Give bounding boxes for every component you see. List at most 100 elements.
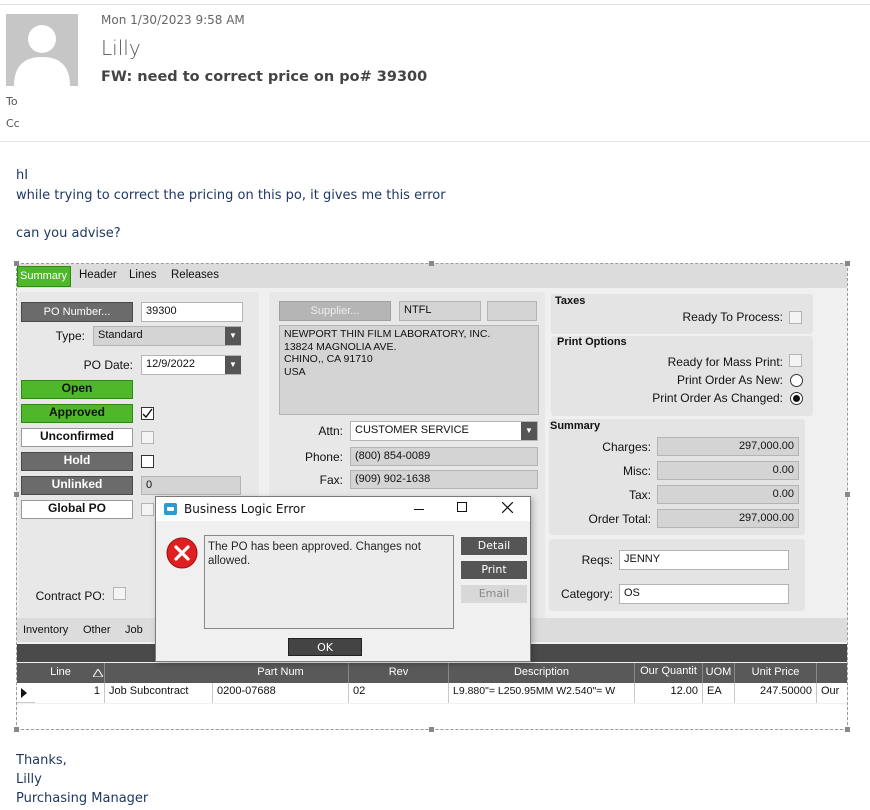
order-total-field[interactable]: 297,000.00 [657,509,799,528]
address-line: CHINO,, CA 91710 [284,353,373,365]
charges-field[interactable]: 297,000.00 [657,437,799,456]
phone-label: Phone: [304,450,343,464]
print-as-changed-label: Print Order As Changed: [652,391,783,405]
col-header-line[interactable]: Line [17,663,105,683]
resize-handle [845,492,850,497]
po-number-button[interactable]: PO Number... [21,302,133,322]
chevron-down-icon[interactable]: ▼ [521,422,537,440]
minimize-icon[interactable] [414,509,424,510]
reqs-label: Reqs: [581,553,613,567]
cc-label: Cc [6,117,20,130]
tab-summary[interactable]: Summary [17,266,71,287]
cell-quantity[interactable]: 12.00 [635,683,703,703]
detail-button[interactable]: Detail [461,537,527,555]
phone-field[interactable]: (800) 854-0089 [350,447,538,466]
tab-releases[interactable]: Releases [171,269,219,281]
tab-job[interactable]: Job [125,624,143,636]
contract-po-checkbox[interactable] [113,587,126,600]
sort-asc-icon [93,669,103,677]
print-button[interactable]: Print [461,561,527,579]
print-as-new-radio[interactable] [790,374,803,387]
supplier-extra-field[interactable] [487,301,537,321]
col-header-quantity[interactable]: Our Quantit [635,663,703,683]
cell-uom[interactable]: EA [703,683,735,703]
radio-dot [793,395,800,402]
body-line: while trying to correct the pricing on t… [16,188,446,203]
supplier-id-field[interactable]: NTFL [399,301,481,321]
cell-rev[interactable]: 02 [349,683,449,703]
maximize-icon[interactable] [457,502,467,512]
type-select[interactable]: Standard [93,326,241,346]
resize-handle [845,261,850,266]
chevron-down-icon[interactable]: ▼ [225,327,241,345]
cell-line[interactable]: 1 [35,683,105,703]
table-row[interactable]: 1 Job Subcontract 0200-07688 02 L9.880"=… [17,683,847,703]
cell-overflow[interactable]: Our [817,683,847,703]
business-logic-error-dialog: Business Logic Error The PO has been app… [155,496,531,662]
tab-header[interactable]: Header [79,269,117,281]
resize-handle [429,261,434,266]
fax-label: Fax: [319,473,343,487]
app-icon [164,503,177,515]
misc-field[interactable]: 0.00 [657,461,799,480]
tab-lines[interactable]: Lines [129,269,157,281]
ready-to-process-checkbox[interactable] [789,311,802,324]
unconfirmed-checkbox[interactable] [141,431,154,444]
po-number-input[interactable]: 39300 [141,302,243,322]
grid-header-row: Line Type Part Num Rev Description Our Q… [17,663,847,683]
col-header-uom[interactable]: UOM [703,663,735,683]
ready-mass-print-checkbox[interactable] [789,354,802,367]
col-header-part-num[interactable]: Part Num [213,663,349,683]
signature-line: Lilly [16,772,42,787]
approved-checkbox[interactable] [141,407,154,420]
supplier-address: NEWPORT THIN FILM LABORATORY, INC. 13824… [279,325,539,415]
close-icon[interactable] [502,502,513,513]
chevron-down-icon[interactable]: ▼ [225,356,241,374]
attn-select[interactable]: CUSTOMER SERVICE [350,421,538,441]
hold-button[interactable]: Hold [21,452,133,471]
col-header-description[interactable]: Description [449,663,635,683]
email-sender[interactable]: Lilly [101,36,141,60]
unconfirmed-button[interactable]: Unconfirmed [21,428,133,447]
toolbar-strip [0,0,870,5]
attn-label: Attn: [318,424,343,438]
global-po-button[interactable]: Global PO [21,500,133,519]
cell-description[interactable]: L9.880"= L250.95MM W2.540"= W [449,683,635,703]
tax-field[interactable]: 0.00 [657,485,799,504]
reqs-input[interactable]: JENNY [619,550,789,570]
print-options-title: Print Options [557,336,627,348]
po-date-label: PO Date: [83,358,133,372]
header-divider [0,141,870,142]
col-header-rev[interactable]: Rev [349,663,449,683]
resize-handle [14,492,19,497]
col-header-unit-price[interactable]: Unit Price [735,663,817,683]
cell-type[interactable]: Job Subcontract [105,683,213,703]
signature-line: Purchasing Manager [16,791,149,806]
cell-unit-price[interactable]: 247.50000 [735,683,817,703]
col-line-label: Line [50,666,71,678]
to-label: To [6,95,18,108]
status-open: Open [21,380,133,399]
dialog-title: Business Logic Error [184,502,306,516]
unlinked-button[interactable]: Unlinked [21,476,133,495]
ready-to-process-label: Ready To Process: [682,310,784,324]
resize-handle [429,727,434,732]
fax-field[interactable]: (909) 902-1638 [350,470,538,489]
supplier-button[interactable]: Supplier... [279,301,391,321]
category-input[interactable]: OS [619,584,789,604]
print-as-changed-radio[interactable] [790,392,803,405]
tab-inventory[interactable]: Inventory [23,624,68,636]
contract-po-label: Contract PO: [35,589,105,603]
type-label: Type: [55,329,85,343]
ok-button[interactable]: OK [288,638,362,656]
summary-title: Summary [550,420,601,432]
global-po-checkbox[interactable] [141,503,154,516]
status-approved: Approved [21,404,133,423]
email-button[interactable]: Email [461,585,527,603]
cell-part-num[interactable]: 0200-07688 [213,683,349,703]
tab-other[interactable]: Other [83,624,111,636]
hold-checkbox[interactable] [141,455,154,468]
unlinked-field[interactable]: 0 [141,476,241,495]
error-message: The PO has been approved. Changes not al… [204,535,454,629]
print-as-new-label: Print Order As New: [676,373,783,387]
